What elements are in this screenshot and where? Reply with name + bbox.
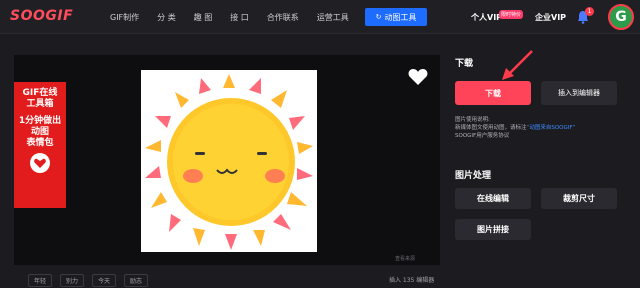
enterprise-vip-link[interactable]: 企业VIP bbox=[535, 12, 566, 23]
notification-count-badge: 1 bbox=[585, 7, 594, 16]
nav-fun[interactable]: 趣 图 bbox=[194, 12, 213, 23]
tag-item[interactable]: 年轻 bbox=[28, 274, 53, 287]
avatar[interactable]: G bbox=[608, 4, 634, 30]
nav-ops-tools[interactable]: 运营工具 bbox=[317, 12, 349, 23]
crop-size-button[interactable]: 裁剪尺寸 bbox=[541, 188, 617, 209]
personal-vip-link[interactable]: 个人VIP bbox=[471, 12, 502, 23]
sun-face-icon bbox=[145, 74, 313, 250]
download-section-title: 下载 bbox=[455, 59, 474, 69]
nav-category[interactable]: 分 类 bbox=[157, 12, 176, 23]
promo-line-1: GIF在线 bbox=[22, 88, 58, 98]
online-edit-button[interactable]: 在线编辑 bbox=[455, 188, 531, 209]
tag-item[interactable]: 今天 bbox=[92, 274, 117, 287]
main-nav: GIF制作 分 类 趣 图 接 口 合作联系 运营工具 bbox=[110, 0, 367, 34]
tag-item[interactable]: 别力 bbox=[60, 274, 85, 287]
finger-heart-icon bbox=[14, 152, 66, 178]
tag-item[interactable]: 励志 bbox=[124, 274, 149, 287]
attribution-highlight: “动图来自SOOGIF” bbox=[526, 125, 576, 131]
nav-gif-make[interactable]: GIF制作 bbox=[110, 12, 139, 23]
soogif-logo[interactable]: SOOGIF bbox=[10, 8, 73, 24]
usage-info-line: 新媒体图文使用动图，请标注“动图来自SOOGIF” bbox=[455, 125, 576, 131]
promo-line-2: 工具箱 bbox=[26, 99, 54, 109]
promo-line-4: 动图 bbox=[30, 127, 49, 137]
user-agreement-link[interactable]: SOOGIF用户服务协议 bbox=[455, 132, 625, 140]
usage-info-title: 图片使用说明: bbox=[455, 117, 490, 123]
favorite-heart-icon[interactable] bbox=[408, 68, 428, 86]
tools-icon: ↻ bbox=[375, 13, 382, 21]
vip-sale-badge: 限时特价 bbox=[499, 10, 524, 19]
nav-gif-tools-button[interactable]: ↻ 动图工具 bbox=[365, 8, 427, 26]
insert-count-text: 插入 135 编辑器 bbox=[389, 277, 435, 284]
image-processing-title: 图片处理 bbox=[455, 171, 492, 181]
nav-gif-tools-label: 动图工具 bbox=[384, 12, 417, 22]
pointer-arrow-icon bbox=[502, 50, 533, 80]
gif-toolbox-promo-banner[interactable]: GIF在线 工具箱 1分钟做出 动图 表情包 bbox=[14, 82, 66, 208]
nav-contact[interactable]: 合作联系 bbox=[267, 12, 299, 23]
image-stitch-button[interactable]: 图片拼接 bbox=[455, 219, 531, 240]
view-source-link[interactable]: 查看来源 bbox=[395, 255, 415, 262]
usage-info: 图片使用说明: 新媒体图文使用动图，请标注“动图来自SOOGIF” SOOGIF… bbox=[455, 116, 625, 140]
top-navigation-bar: SOOGIF GIF制作 分 类 趣 图 接 口 合作联系 运营工具 ↻ 动图工… bbox=[0, 0, 640, 34]
tag-list: 年轻 别力 今天 励志 bbox=[28, 274, 149, 287]
promo-line-3: 1分钟做出 bbox=[18, 116, 62, 126]
download-button[interactable]: 下载 bbox=[455, 81, 531, 105]
nav-api[interactable]: 接 口 bbox=[230, 12, 249, 23]
sun-sticker-image bbox=[141, 70, 317, 252]
insert-to-editor-button[interactable]: 插入到编辑器 bbox=[541, 81, 617, 105]
promo-line-5: 表情包 bbox=[26, 138, 54, 148]
